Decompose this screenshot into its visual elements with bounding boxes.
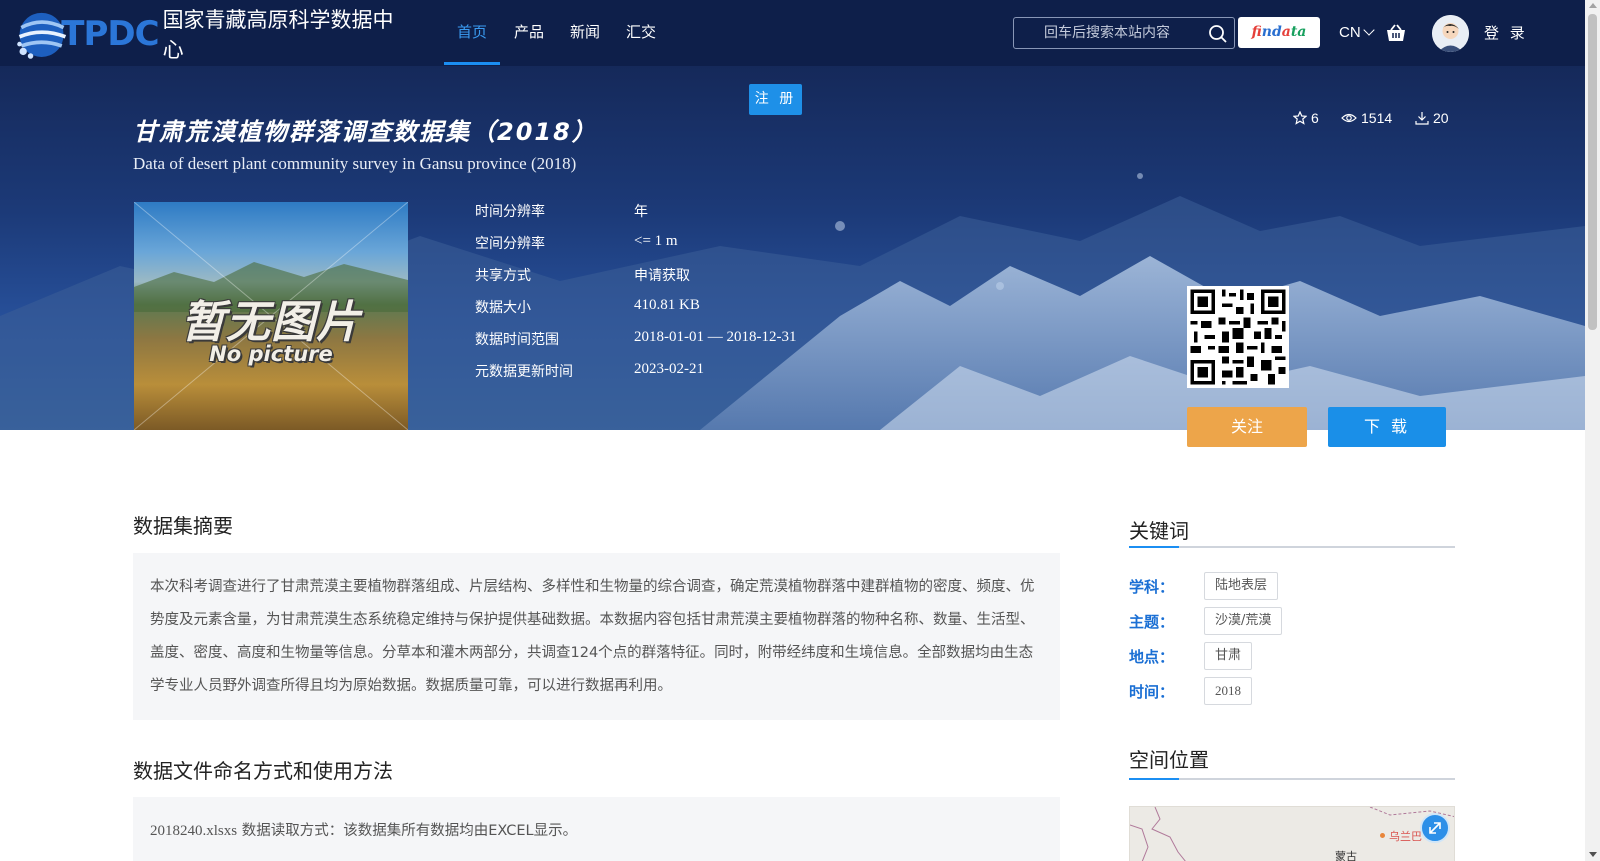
qr-code-icon: [1187, 286, 1289, 388]
location-heading: 空间位置: [1129, 748, 1209, 772]
keyword-label-subject: 学科：: [1129, 578, 1175, 596]
file-usage-box: 2018240.xlsxs 数据读取方式：该数据集所有数据均由EXCEL显示。: [133, 797, 1060, 861]
site-logo[interactable]: TPDC 国家青藏高原科学数据中心: [14, 4, 394, 64]
findata-part-1: f: [1251, 24, 1262, 40]
downloads-value: 20: [1433, 110, 1449, 126]
stars-count[interactable]: 6: [1293, 108, 1319, 128]
location-map[interactable]: 乌兰巴 蒙古: [1129, 806, 1455, 861]
search-input[interactable]: [1014, 18, 1204, 48]
meta-value: <= 1 m: [634, 233, 678, 249]
findata-link[interactable]: findata: [1238, 17, 1320, 48]
file-name: 2018240.xlsxs: [150, 823, 238, 839]
file-usage-text: 数据读取方式：该数据集所有数据均由EXCEL显示。: [237, 823, 578, 839]
meta-label: 共享方式: [475, 268, 531, 284]
follow-button[interactable]: 关注: [1187, 407, 1307, 447]
meta-label: 数据大小: [475, 300, 531, 316]
dataset-title: 甘肃荒漠植物群落调查数据集（2018）: [133, 118, 598, 146]
chevron-down-icon: [1363, 24, 1375, 36]
nav-active-indicator: [444, 62, 500, 65]
scrollbar-thumb[interactable]: [1588, 14, 1597, 330]
meta-label: 数据时间范围: [475, 332, 559, 348]
location-divider-accent: [1129, 778, 1179, 780]
keywords-divider-accent: [1129, 546, 1179, 548]
dataset-thumbnail: 暂无图片 No picture: [134, 202, 408, 430]
language-label: CN: [1339, 24, 1361, 41]
keyword-label-time: 时间：: [1129, 683, 1175, 701]
eye-icon: [1341, 113, 1357, 123]
findata-part-3: a: [1281, 24, 1291, 40]
no-picture-cn: 暂无图片: [181, 297, 361, 348]
no-picture-en: No picture: [209, 342, 333, 366]
keyword-tag-subject[interactable]: 陆地表层: [1204, 572, 1279, 600]
login-link[interactable]: 登 录: [1484, 0, 1528, 66]
expand-arrows-icon: [1429, 822, 1441, 834]
download-icon: [1415, 112, 1429, 125]
language-selector[interactable]: CN: [1339, 0, 1375, 66]
globe-logo-icon: [17, 12, 67, 59]
keyword-label-place: 地点：: [1129, 648, 1175, 666]
meta-value: 2023-02-21: [634, 361, 704, 377]
register-button[interactable]: 注 册: [749, 84, 802, 115]
views-count: 1514: [1341, 108, 1392, 128]
meta-label: 元数据更新时间: [475, 364, 573, 380]
keyword-tag-time[interactable]: 2018: [1204, 677, 1252, 705]
abstract-heading: 数据集摘要: [133, 514, 233, 538]
keyword-tag-place[interactable]: 甘肃: [1204, 642, 1253, 670]
logo-tpdc-text: TPDC: [61, 14, 159, 54]
findata-part-2: ind: [1261, 24, 1282, 40]
top-navbar: TPDC 国家青藏高原科学数据中心 首页 产品 新闻 汇交 findata CN: [0, 0, 1585, 66]
findata-part-4: ta: [1290, 24, 1307, 40]
meta-value: 2018-01-01 — 2018-12-31: [634, 329, 797, 345]
meta-label: 空间分辨率: [475, 236, 545, 252]
search-icon[interactable]: [1208, 24, 1228, 44]
map-city-dot: [1380, 833, 1385, 838]
nav-home[interactable]: 首页: [455, 0, 489, 66]
views-value: 1514: [1361, 110, 1393, 126]
map-city-label: 乌兰巴: [1389, 830, 1422, 843]
search-box: [1013, 17, 1235, 49]
cart-icon[interactable]: [1385, 22, 1407, 44]
expand-icon[interactable]: [1420, 813, 1450, 843]
scroll-down-arrow-icon[interactable]: [1589, 852, 1597, 857]
meta-value: 410.81 KB: [634, 297, 700, 313]
file-usage-heading: 数据文件命名方式和使用方法: [133, 759, 393, 783]
keyword-tag-theme[interactable]: 沙漠/荒漠: [1204, 607, 1283, 635]
download-button[interactable]: 下 载: [1328, 407, 1446, 447]
stars-value: 6: [1311, 110, 1319, 126]
dataset-title-english: Data of desert plant community survey in…: [133, 154, 577, 173]
abstract-text: 本次科考调查进行了甘肃荒漠主要植物群落组成、片层结构、多样性和生物量的综合调查，…: [133, 553, 1060, 720]
keywords-heading: 关键词: [1129, 519, 1189, 543]
nav-products[interactable]: 产品: [512, 0, 546, 66]
nav-submit[interactable]: 汇交: [624, 0, 658, 66]
user-avatar[interactable]: [1432, 15, 1469, 52]
meta-value: 年: [634, 204, 648, 220]
downloads-count: 20: [1415, 108, 1449, 128]
star-icon: [1293, 111, 1307, 125]
scroll-up-arrow-icon[interactable]: [1589, 3, 1597, 8]
page-scrollbar[interactable]: [1585, 0, 1600, 861]
avatar-icon: [1432, 15, 1469, 52]
meta-value: 申请获取: [634, 268, 690, 284]
logo-center-name: 国家青藏高原科学数据中心: [162, 8, 394, 62]
meta-label: 时间分辨率: [475, 204, 545, 220]
map-region-label: 蒙古: [1335, 850, 1357, 861]
dataset-banner: 注 册 甘肃荒漠植物群落调查数据集（2018） Data of desert p…: [0, 66, 1585, 430]
keyword-label-theme: 主题：: [1129, 613, 1175, 631]
nav-news[interactable]: 新闻: [568, 0, 602, 66]
